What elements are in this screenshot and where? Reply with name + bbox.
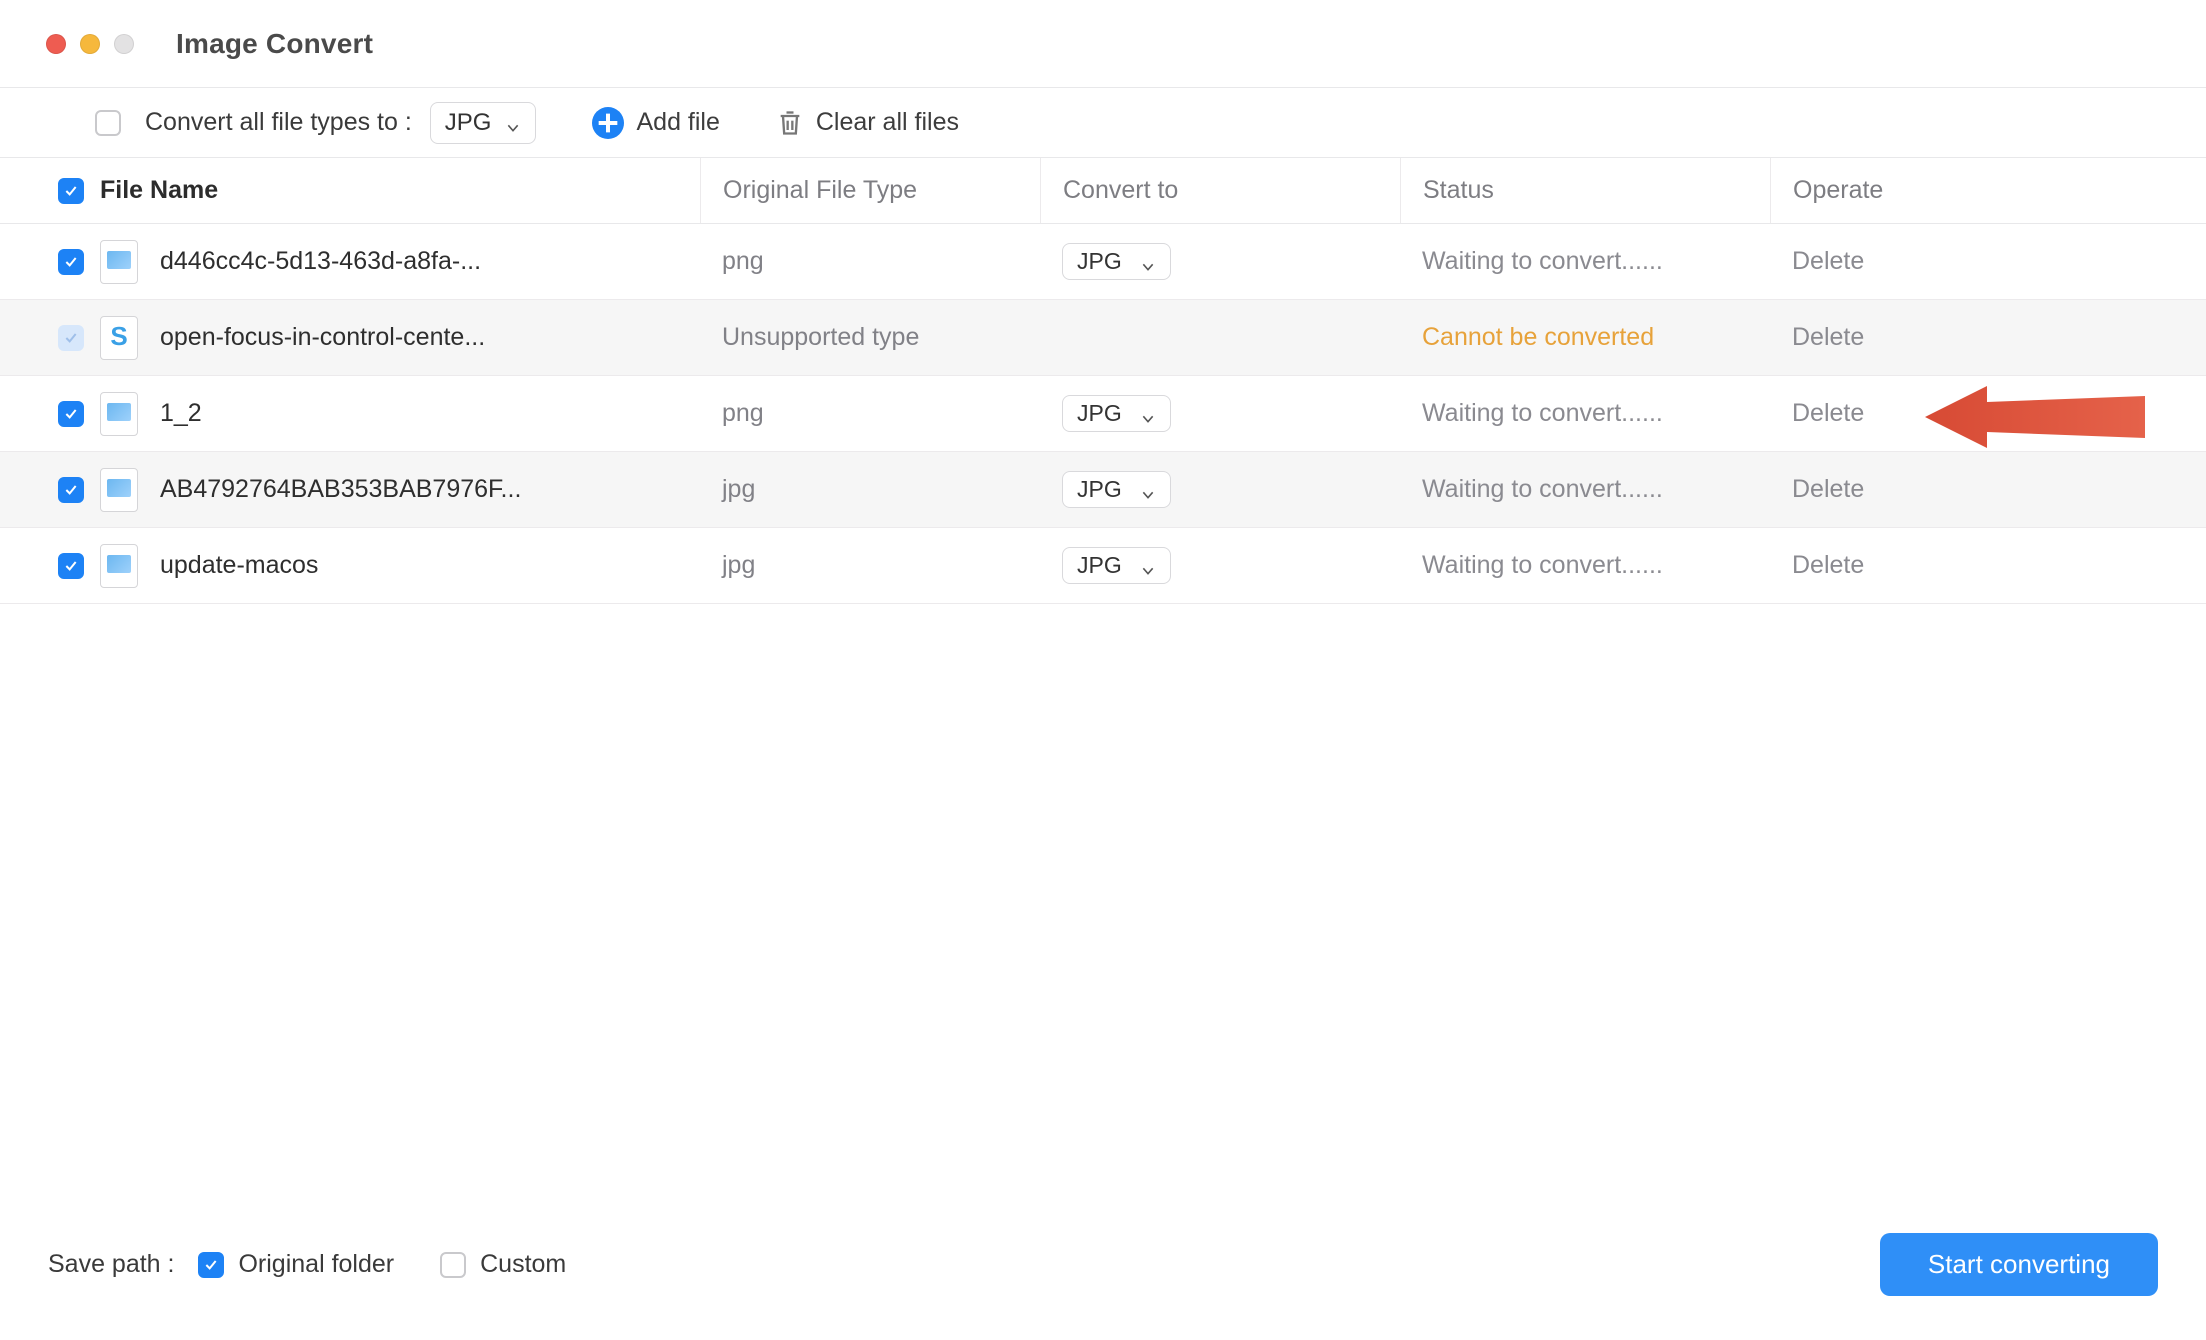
convert-to-value: JPG bbox=[1077, 400, 1122, 427]
chevron-down-icon bbox=[1140, 254, 1156, 270]
column-header-status: Status bbox=[1400, 158, 1770, 223]
minimize-window-button[interactable] bbox=[80, 34, 100, 54]
convert-to-select[interactable]: JPG bbox=[1062, 471, 1171, 508]
table-row: AB4792764BAB353BAB7976F... jpg JPG Waiting … bbox=[0, 452, 2206, 528]
file-name: AB4792764BAB353BAB7976F... bbox=[160, 475, 521, 504]
trash-icon bbox=[776, 109, 804, 137]
titlebar: Image Convert bbox=[0, 0, 2206, 88]
app-title: Image Convert bbox=[176, 28, 373, 60]
row-checkbox[interactable] bbox=[58, 553, 84, 579]
row-checkbox[interactable] bbox=[58, 477, 84, 503]
chevron-down-icon bbox=[1140, 406, 1156, 422]
convert-all-format-select[interactable]: JPG bbox=[430, 102, 537, 144]
start-converting-button[interactable]: Start converting bbox=[1880, 1233, 2158, 1296]
toolbar: Convert all file types to : JPG Add file… bbox=[0, 88, 2206, 158]
convert-all-checkbox[interactable] bbox=[95, 110, 121, 136]
convert-to-select[interactable]: JPG bbox=[1062, 395, 1171, 432]
status-text: Waiting to convert...... bbox=[1400, 399, 1770, 428]
file-name: d446cc4c-5d13-463d-a8fa-... bbox=[160, 247, 481, 276]
column-header-operate: Operate bbox=[1770, 158, 2206, 223]
convert-to-value: JPG bbox=[1077, 552, 1122, 579]
row-checkbox[interactable] bbox=[58, 249, 84, 275]
delete-button[interactable]: Delete bbox=[1770, 399, 2206, 428]
status-text: Waiting to convert...... bbox=[1400, 475, 1770, 504]
add-file-button[interactable]: Add file bbox=[592, 107, 719, 139]
save-original-folder-label: Original folder bbox=[238, 1250, 394, 1279]
table-header: File Name Original File Type Convert to … bbox=[0, 158, 2206, 224]
column-header-convert-to: Convert to bbox=[1040, 158, 1400, 223]
file-thumbnail-icon bbox=[100, 392, 138, 436]
status-text: Waiting to convert...... bbox=[1400, 551, 1770, 580]
file-thumbnail-icon bbox=[100, 240, 138, 284]
original-file-type: png bbox=[700, 399, 1040, 428]
convert-all-format-value: JPG bbox=[445, 109, 492, 137]
status-text: Waiting to convert...... bbox=[1400, 247, 1770, 276]
close-window-button[interactable] bbox=[46, 34, 66, 54]
file-name: 1_2 bbox=[160, 399, 202, 428]
column-header-original-type: Original File Type bbox=[700, 158, 1040, 223]
select-all-checkbox[interactable] bbox=[58, 178, 84, 204]
original-file-type: jpg bbox=[700, 551, 1040, 580]
original-file-type: Unsupported type bbox=[700, 323, 1040, 352]
file-name: update-macos bbox=[160, 551, 318, 580]
chevron-down-icon bbox=[1140, 482, 1156, 498]
convert-to-select[interactable]: JPG bbox=[1062, 243, 1171, 280]
status-text: Cannot be converted bbox=[1400, 323, 1770, 352]
save-original-folder-checkbox[interactable] bbox=[198, 1252, 224, 1278]
delete-button[interactable]: Delete bbox=[1770, 247, 2206, 276]
file-thumbnail-icon bbox=[100, 544, 138, 588]
convert-to-value: JPG bbox=[1077, 248, 1122, 275]
column-header-filename: File Name bbox=[100, 176, 700, 205]
original-file-type: png bbox=[700, 247, 1040, 276]
table-row: open-focus-in-control-cente... Unsupporte… bbox=[0, 300, 2206, 376]
file-name: open-focus-in-control-cente... bbox=[160, 323, 485, 352]
convert-to-value: JPG bbox=[1077, 476, 1122, 503]
file-thumbnail-icon bbox=[100, 468, 138, 512]
file-table-body: d446cc4c-5d13-463d-a8fa-... png JPG Waiting… bbox=[0, 224, 2206, 604]
footer: Save path : Original folder Custom Start… bbox=[0, 1233, 2206, 1296]
clear-all-button[interactable]: Clear all files bbox=[776, 108, 959, 137]
chevron-down-icon bbox=[505, 115, 521, 131]
table-row: d446cc4c-5d13-463d-a8fa-... png JPG Waiting… bbox=[0, 224, 2206, 300]
delete-button[interactable]: Delete bbox=[1770, 323, 2206, 352]
save-path-group: Save path : Original folder Custom bbox=[48, 1250, 566, 1279]
plus-icon bbox=[592, 107, 624, 139]
zoom-window-button[interactable] bbox=[114, 34, 134, 54]
save-custom-label: Custom bbox=[480, 1250, 566, 1279]
save-path-label: Save path : bbox=[48, 1250, 174, 1279]
save-custom-checkbox[interactable] bbox=[440, 1252, 466, 1278]
delete-button[interactable]: Delete bbox=[1770, 551, 2206, 580]
table-row: 1_2 png JPG Waiting to convert......Delete bbox=[0, 376, 2206, 452]
row-checkbox[interactable] bbox=[58, 401, 84, 427]
row-checkbox[interactable] bbox=[58, 325, 84, 351]
original-file-type: jpg bbox=[700, 475, 1040, 504]
table-row: update-macos jpg JPG Waiting to convert....… bbox=[0, 528, 2206, 604]
clear-all-label: Clear all files bbox=[816, 108, 959, 137]
delete-button[interactable]: Delete bbox=[1770, 475, 2206, 504]
file-thumbnail-icon bbox=[100, 316, 138, 360]
window-controls bbox=[46, 34, 134, 54]
convert-all-label: Convert all file types to : bbox=[145, 108, 412, 137]
convert-to-select[interactable]: JPG bbox=[1062, 547, 1171, 584]
chevron-down-icon bbox=[1140, 558, 1156, 574]
add-file-label: Add file bbox=[636, 108, 719, 137]
